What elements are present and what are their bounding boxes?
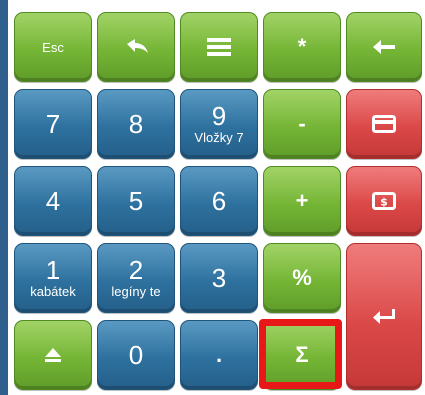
digit-1-sublabel: kabátek <box>30 284 76 299</box>
digit-8-label: 8 <box>128 109 144 139</box>
percent-label: % <box>292 265 312 290</box>
undo-key[interactable] <box>97 12 175 82</box>
undo-icon <box>121 36 151 58</box>
digit-9-label: 9 <box>211 101 227 131</box>
digit-1-key[interactable]: 1 kabátek <box>14 243 92 313</box>
plus-key[interactable]: + <box>263 166 341 236</box>
digit-4-key[interactable]: 4 <box>14 166 92 236</box>
digit-9-sublabel: Vložky 7 <box>194 130 244 145</box>
digit-3-key[interactable]: 3 <box>180 243 258 313</box>
backspace-key[interactable] <box>346 12 422 82</box>
cash-payment-key[interactable]: $ <box>346 166 422 236</box>
digit-3-label: 3 <box>211 263 227 293</box>
esc-label: Esc <box>42 39 64 55</box>
digit-6-label: 6 <box>211 186 227 216</box>
digit-6-key[interactable]: 6 <box>180 166 258 236</box>
enter-key[interactable] <box>346 243 422 390</box>
digit-2-sublabel: legíny te <box>111 284 161 299</box>
digit-8-key[interactable]: 8 <box>97 89 175 159</box>
digit-2-label: 2 <box>128 255 144 285</box>
esc-key[interactable]: Esc <box>14 12 92 82</box>
svg-text:$: $ <box>380 196 388 209</box>
digit-4-label: 4 <box>45 186 61 216</box>
digit-0-label: 0 <box>128 340 144 370</box>
digit-9-key[interactable]: 9 Vložky 7 <box>180 89 258 159</box>
left-edge-bar <box>0 0 8 395</box>
card-payment-icon <box>372 115 396 133</box>
digit-5-label: 5 <box>128 186 144 216</box>
percent-key[interactable]: % <box>263 243 341 313</box>
digit-7-label: 7 <box>45 109 61 139</box>
highlight-box <box>259 319 342 389</box>
multiply-label: * <box>297 34 307 59</box>
minus-label: - <box>298 111 306 136</box>
backspace-arrow-icon <box>371 38 397 56</box>
digit-0-key[interactable]: 0 <box>97 320 175 390</box>
cash-payment-icon: $ <box>372 192 396 210</box>
digit-2-key[interactable]: 2 legíny te <box>97 243 175 313</box>
list-icon <box>206 36 232 58</box>
list-key[interactable] <box>180 12 258 82</box>
card-payment-key[interactable] <box>346 89 422 159</box>
decimal-point-key[interactable]: . <box>180 320 258 390</box>
digit-5-key[interactable]: 5 <box>97 166 175 236</box>
plus-label: + <box>295 188 309 213</box>
multiply-key[interactable]: * <box>263 12 341 82</box>
minus-key[interactable]: - <box>263 89 341 159</box>
enter-icon <box>371 307 397 327</box>
eject-key[interactable] <box>14 320 92 390</box>
eject-icon <box>43 347 63 363</box>
digit-7-key[interactable]: 7 <box>14 89 92 159</box>
decimal-point-label: . <box>215 342 223 367</box>
digit-1-label: 1 <box>45 255 61 285</box>
